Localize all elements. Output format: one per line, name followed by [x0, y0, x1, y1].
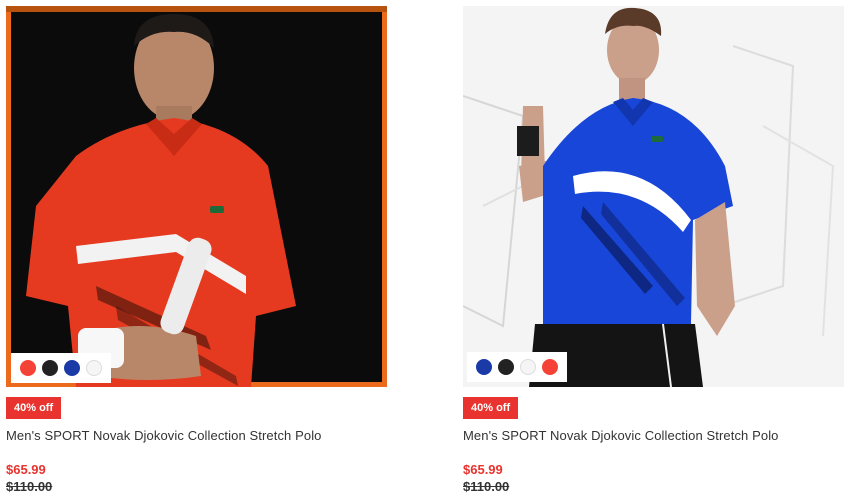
discount-badge: 40% off [6, 397, 62, 419]
product-photo-blue-polo [463, 7, 835, 387]
product-title[interactable]: Men's SPORT Novak Djokovic Collection St… [6, 428, 322, 443]
product-title[interactable]: Men's SPORT Novak Djokovic Collection St… [463, 428, 779, 443]
swatch-red[interactable] [542, 359, 558, 375]
color-swatches [467, 352, 567, 382]
product-image[interactable] [6, 6, 387, 387]
product-card-1[interactable]: 40% off Men's SPORT Novak Djokovic Colle… [6, 6, 387, 494]
swatch-red[interactable] [20, 360, 36, 376]
product-card-2[interactable]: 40% off Men's SPORT Novak Djokovic Colle… [463, 6, 844, 494]
product-photo-red-polo [26, 14, 296, 387]
swatch-white[interactable] [520, 359, 536, 375]
discount-badge: 40% off [463, 397, 519, 419]
swatch-black[interactable] [498, 359, 514, 375]
original-price: $110.00 [463, 479, 510, 494]
swatch-blue[interactable] [476, 359, 492, 375]
sale-price: $65.99 [463, 462, 503, 477]
original-price: $110.00 [6, 479, 53, 494]
swatch-white[interactable] [86, 360, 102, 376]
swatch-blue[interactable] [64, 360, 80, 376]
sale-price: $65.99 [6, 462, 46, 477]
product-image[interactable] [463, 6, 844, 387]
swatch-black[interactable] [42, 360, 58, 376]
color-swatches [11, 353, 111, 383]
